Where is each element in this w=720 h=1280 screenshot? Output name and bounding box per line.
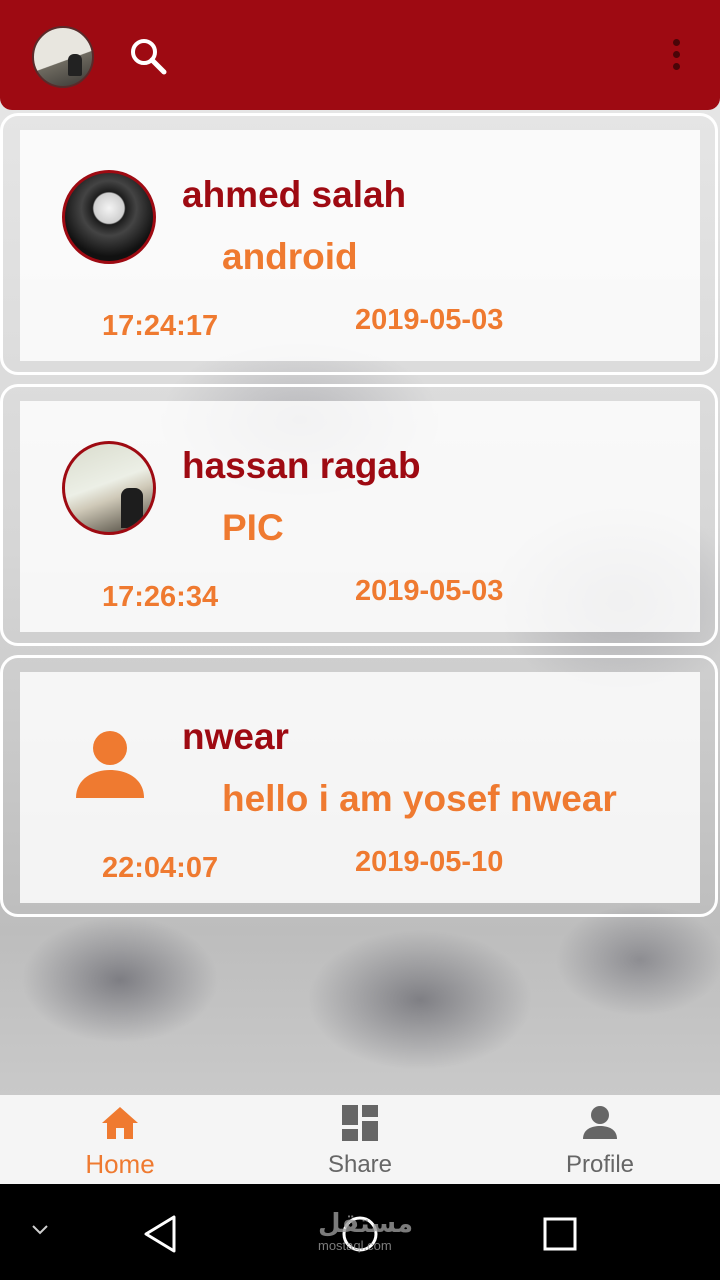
post-card-body: nwear hello i am yosef nwear 22:04:07 20… — [20, 672, 700, 903]
post-message: PIC — [222, 507, 284, 548]
user-avatar[interactable] — [32, 26, 94, 88]
post-time: 17:24:17 — [102, 310, 219, 342]
post-card-body: ahmed salah android 17:24:17 2019-05-03 — [20, 130, 700, 361]
post-date: 2019-05-03 — [355, 304, 504, 336]
dashboard-icon — [342, 1105, 378, 1141]
post-author: nwear — [182, 716, 289, 757]
nav-share-label: Share — [327, 1151, 393, 1178]
nav-home-label: Home — [85, 1149, 155, 1179]
back-icon[interactable] — [142, 1214, 178, 1254]
post-date: 2019-05-10 — [355, 846, 504, 878]
watermark: مستقل — [318, 1208, 414, 1238]
post-author: hassan ragab — [182, 445, 421, 486]
post-time: 17:26:34 — [102, 581, 219, 613]
post-avatar — [62, 170, 156, 264]
post-date: 2019-05-03 — [355, 575, 504, 607]
post-card[interactable]: nwear hello i am yosef nwear 22:04:07 20… — [0, 655, 718, 917]
search-icon[interactable] — [128, 36, 168, 76]
nav-profile[interactable]: Profile — [480, 1095, 720, 1184]
post-author: ahmed salah — [182, 174, 407, 215]
post-card-body: hassan ragab PIC 17:26:34 2019-05-03 — [20, 401, 700, 632]
post-card[interactable]: hassan ragab PIC 17:26:34 2019-05-03 — [0, 384, 718, 646]
post-message: hello i am yosef nwear — [222, 778, 617, 819]
chevron-down-icon[interactable] — [30, 1222, 50, 1236]
recent-apps-icon[interactable] — [542, 1216, 578, 1252]
nav-profile-label: Profile — [565, 1151, 635, 1178]
post-avatar — [62, 441, 156, 535]
bottom-navigation: Home Share Profile — [0, 1095, 720, 1184]
post-card[interactable]: ahmed salah android 17:24:17 2019-05-03 — [0, 113, 718, 375]
post-time: 22:04:07 — [102, 852, 219, 884]
post-message: android — [222, 236, 358, 277]
nav-home[interactable]: Home — [0, 1095, 240, 1184]
person-icon — [583, 1106, 617, 1139]
app-header — [0, 0, 720, 110]
home-icon — [102, 1107, 138, 1139]
nav-share[interactable]: Share — [240, 1095, 480, 1184]
more-vert-icon[interactable] — [664, 36, 688, 76]
person-icon — [74, 728, 146, 800]
watermark-url: mostaql.com — [318, 1238, 392, 1253]
